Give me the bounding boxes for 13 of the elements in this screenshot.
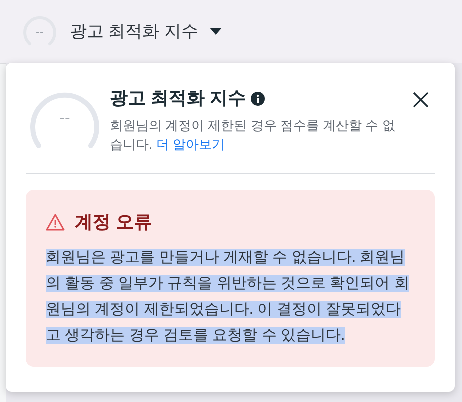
warning-icon	[46, 214, 65, 231]
error-title: 계정 오류	[75, 211, 152, 234]
caret-icon	[210, 28, 222, 36]
score-dropdown[interactable]: 광고 최적화 지수	[70, 18, 222, 44]
popup-description: 회원님의 계정이 제한된 경우 점수를 계산할 수 없습니다. 더 알아보기	[110, 117, 396, 154]
info-icon[interactable]	[251, 92, 266, 106]
error-message: 회원님은 광고를 만들거나 게재할 수 없습니다. 회원님의 활동 중 일부가 규칙을 위반하는 것으로 확인되어 회원님의 계정이 제한되었습니다. 이 결정이 잘못되었다고 생각하는 경우 검토를 요청할 수 있습니다.	[46, 248, 410, 346]
gauge-value: --	[60, 109, 70, 129]
gauge-value: --	[36, 24, 44, 40]
close-icon	[413, 92, 429, 108]
learn-more-link[interactable]: 더 알아보기	[156, 137, 225, 152]
popup-title: 광고 최적화 지수	[110, 87, 246, 110]
close-button[interactable]	[413, 91, 431, 109]
